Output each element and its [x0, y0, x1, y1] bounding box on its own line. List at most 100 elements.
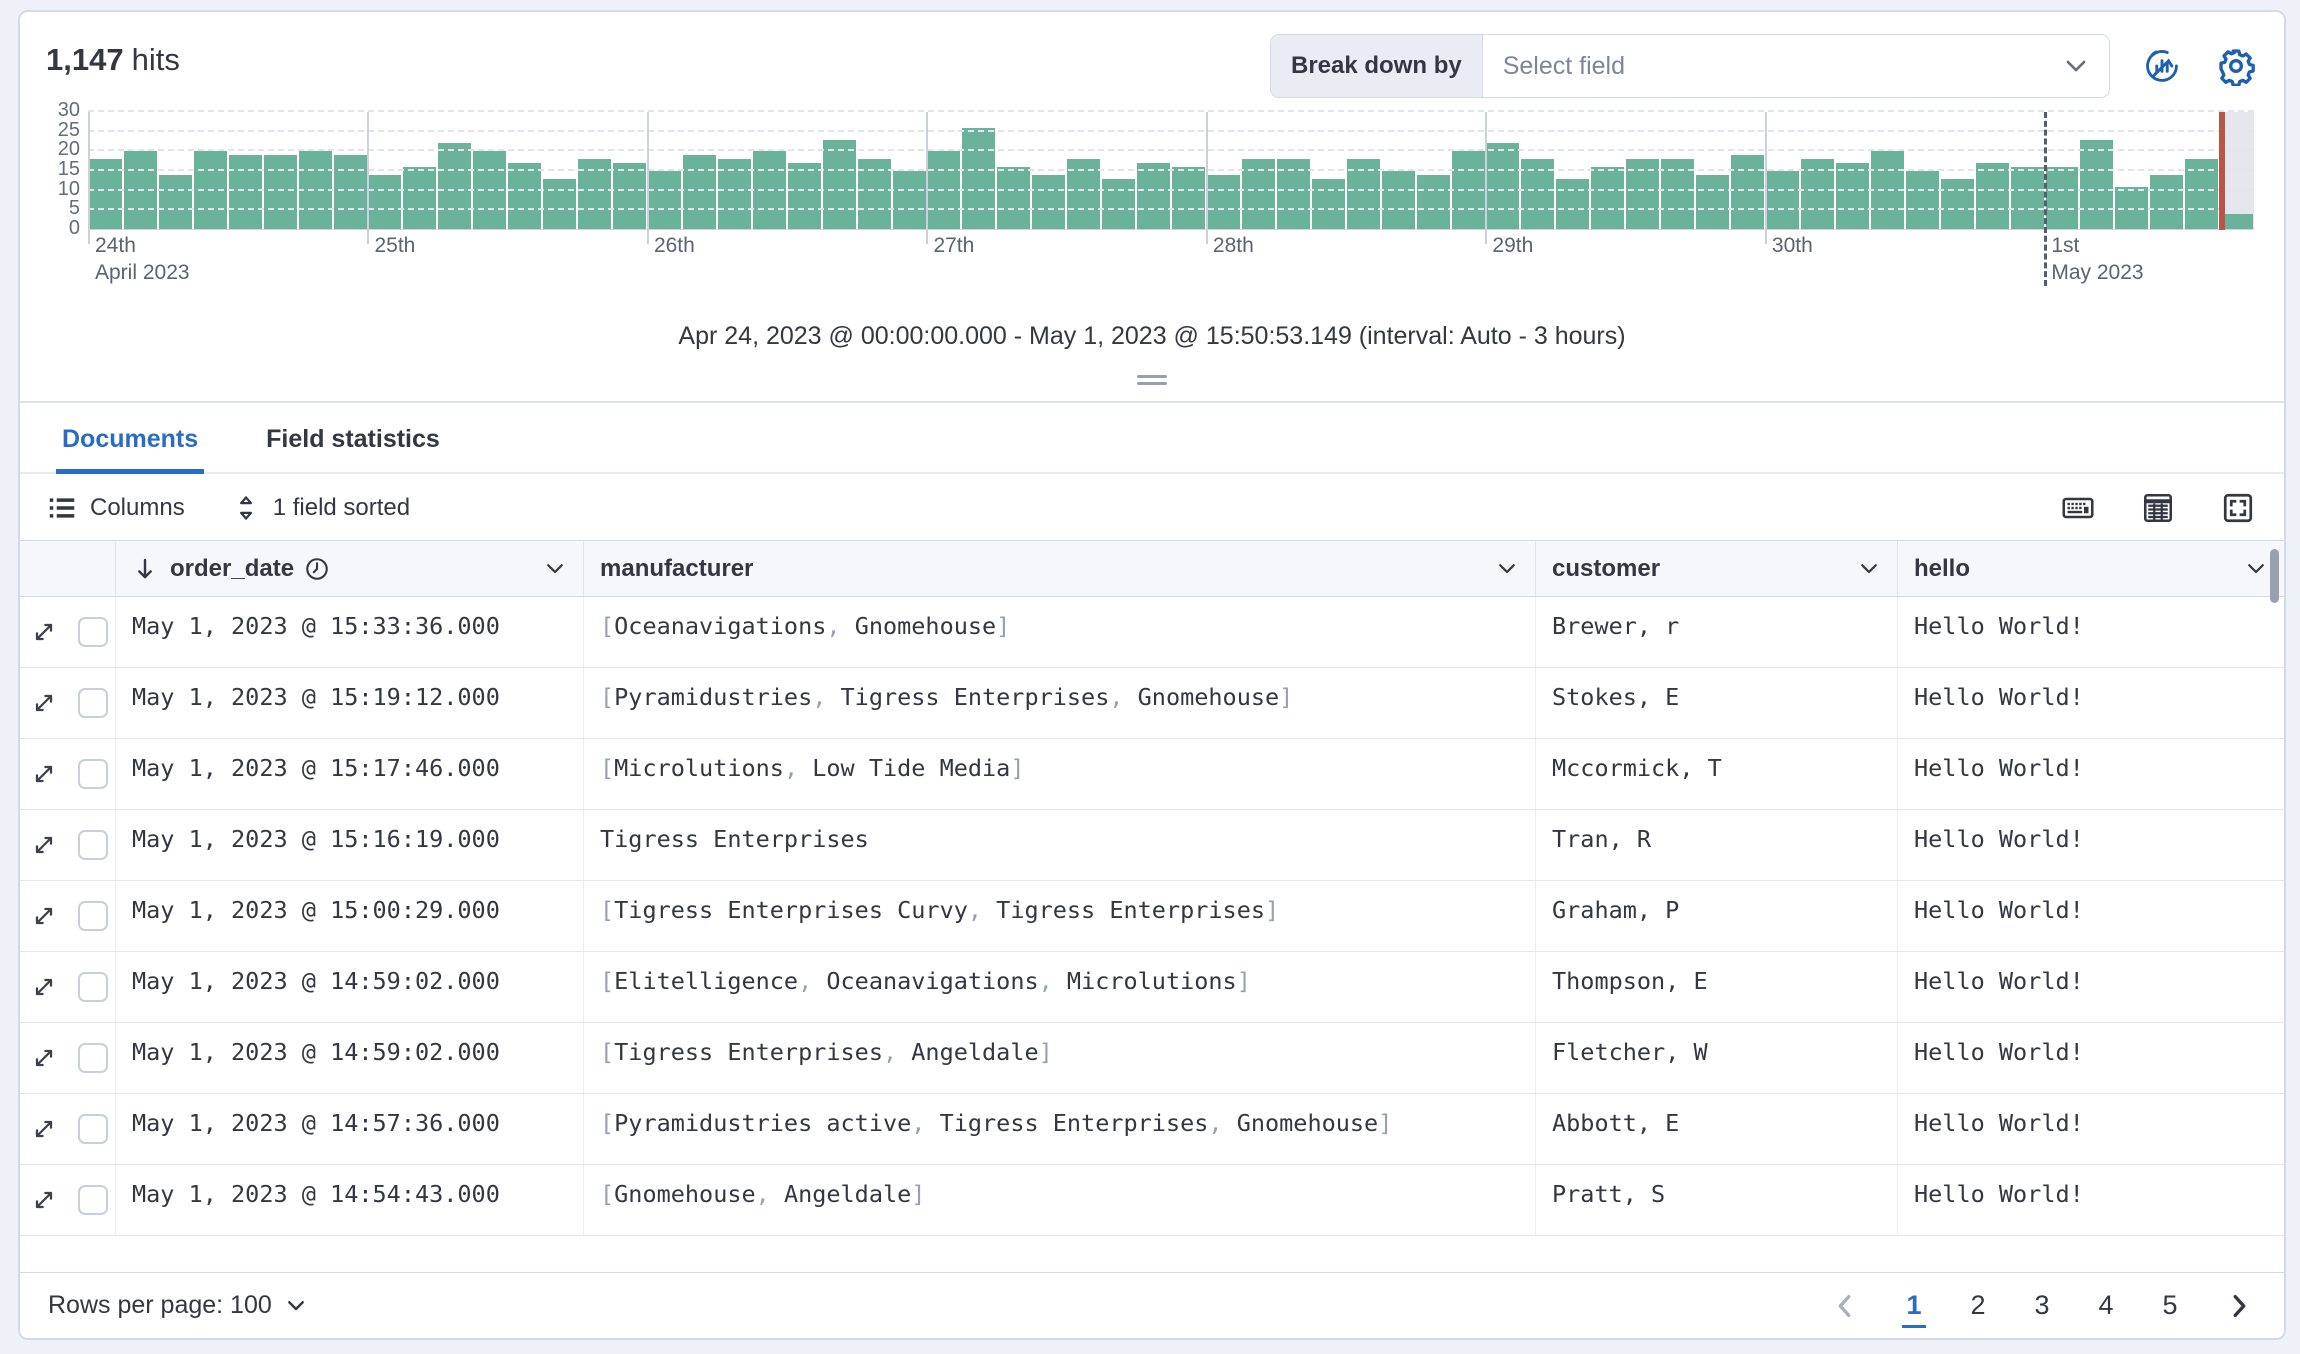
- column-label: manufacturer: [600, 554, 754, 582]
- expand-row-icon[interactable]: [30, 973, 58, 1001]
- grid-cell[interactable]: Fletcher, W: [1536, 1023, 1898, 1093]
- histogram-bar: [1451, 151, 1485, 230]
- expand-row-icon[interactable]: [30, 760, 58, 788]
- columns-button[interactable]: Columns: [48, 494, 185, 522]
- grid-cell[interactable]: Thompson, E: [1536, 952, 1898, 1022]
- row-checkbox[interactable]: [78, 830, 108, 860]
- chart-options-icon[interactable]: [2140, 44, 2184, 88]
- page-button-1[interactable]: 1: [1902, 1290, 1926, 1328]
- expand-row-icon[interactable]: [30, 618, 58, 646]
- expand-row-icon[interactable]: [30, 831, 58, 859]
- grid-cell[interactable]: Abbott, E: [1536, 1094, 1898, 1164]
- histogram-bar: [2045, 167, 2079, 230]
- grid-cell[interactable]: Hello World!: [1898, 1094, 2284, 1164]
- grid-cell[interactable]: Tran, R: [1536, 810, 1898, 880]
- grid-cell[interactable]: Stokes, E: [1536, 668, 1898, 738]
- grid-cell[interactable]: Tigress Enterprises: [584, 810, 1536, 880]
- x-tick-label: 28th: [1212, 234, 1254, 257]
- grid-cell[interactable]: May 1, 2023 @ 14:59:02.000: [116, 952, 584, 1022]
- grid-cell[interactable]: Hello World!: [1898, 881, 2284, 951]
- panel-resize-handle[interactable]: [1137, 371, 1167, 389]
- grid-cell[interactable]: Hello World!: [1898, 597, 2284, 667]
- grid-cell[interactable]: [Gnomehouse, Angeldale]: [584, 1165, 1536, 1235]
- tab-documents[interactable]: Documents: [56, 403, 205, 474]
- grid-cell[interactable]: Hello World!: [1898, 1165, 2284, 1235]
- grid-cell[interactable]: Mccormick, T: [1536, 739, 1898, 809]
- display-density-icon[interactable]: [2140, 490, 2176, 526]
- histogram-plot[interactable]: [88, 110, 2255, 286]
- row-checkbox[interactable]: [78, 688, 108, 718]
- grid-header-manufacturer[interactable]: manufacturer: [584, 541, 1536, 596]
- row-checkbox[interactable]: [78, 1114, 108, 1144]
- grid-cell[interactable]: [Tigress Enterprises, Angeldale]: [584, 1023, 1536, 1093]
- y-tick-label: 30: [57, 99, 80, 121]
- grid-cell[interactable]: [Oceanavigations, Gnomehouse]: [584, 597, 1536, 667]
- row-checkbox[interactable]: [78, 901, 108, 931]
- grid-cell[interactable]: [Tigress Enterprises Curvy, Tigress Ente…: [584, 881, 1536, 951]
- grid-cell[interactable]: [Pyramidustries, Tigress Enterprises, Gn…: [584, 668, 1536, 738]
- page-button-4[interactable]: 4: [2096, 1290, 2116, 1321]
- page-button-3[interactable]: 3: [2032, 1290, 2052, 1321]
- grid-cell[interactable]: [Elitelligence, Oceanavigations, Microlu…: [584, 952, 1536, 1022]
- grid-cell[interactable]: Hello World!: [1898, 810, 2284, 880]
- day-separator-line: [367, 112, 370, 244]
- row-checkbox[interactable]: [78, 617, 108, 647]
- grid-cell[interactable]: May 1, 2023 @ 15:17:46.000: [116, 739, 584, 809]
- rows-per-page-button[interactable]: Rows per page: 100: [48, 1291, 308, 1320]
- grid-cell[interactable]: May 1, 2023 @ 14:57:36.000: [116, 1094, 584, 1164]
- grid-cell[interactable]: Hello World!: [1898, 668, 2284, 738]
- keyboard-icon[interactable]: [2060, 490, 2096, 526]
- table-row: May 1, 2023 @ 14:59:02.000 [Tigress Enter…: [20, 1023, 2284, 1094]
- page-button-2[interactable]: 2: [1968, 1290, 1988, 1321]
- row-checkbox[interactable]: [78, 759, 108, 789]
- y-tick-label: 15: [57, 158, 80, 180]
- expand-row-icon[interactable]: [30, 1115, 58, 1143]
- columns-label: Columns: [90, 494, 185, 521]
- chevron-down-icon[interactable]: [543, 557, 567, 581]
- grid-header-customer[interactable]: customer: [1536, 541, 1898, 596]
- sort-fields-button[interactable]: 1 field sorted: [233, 494, 410, 522]
- grid-cell[interactable]: [Microlutions, Low Tide Media]: [584, 739, 1536, 809]
- grid-cell[interactable]: May 1, 2023 @ 14:59:02.000: [116, 1023, 584, 1093]
- gridline: [88, 188, 2254, 191]
- grid-cell[interactable]: May 1, 2023 @ 14:54:43.000: [116, 1165, 584, 1235]
- grid-cell[interactable]: Brewer, r: [1536, 597, 1898, 667]
- x-tick-label: 29th: [1492, 234, 1534, 257]
- grid-header-order-date[interactable]: order_date: [116, 541, 584, 596]
- histogram-bar: [473, 151, 507, 230]
- chevron-left-icon[interactable]: [1830, 1291, 1860, 1321]
- grid-cell[interactable]: Pratt, S: [1536, 1165, 1898, 1235]
- grid-cell[interactable]: [Pyramidustries active, Tigress Enterpri…: [584, 1094, 1536, 1164]
- grid-cell[interactable]: Graham, P: [1536, 881, 1898, 951]
- grid-header-hello[interactable]: hello: [1898, 541, 2284, 596]
- fullscreen-icon[interactable]: [2220, 490, 2256, 526]
- chevron-down-icon[interactable]: [2244, 557, 2268, 581]
- expand-row-icon[interactable]: [30, 1044, 58, 1072]
- expand-row-icon[interactable]: [30, 1186, 58, 1214]
- vertical-scrollbar-thumb[interactable]: [2270, 549, 2279, 603]
- expand-row-icon[interactable]: [30, 689, 58, 717]
- gear-icon[interactable]: [2214, 44, 2258, 88]
- chevron-right-icon[interactable]: [2224, 1291, 2254, 1321]
- tab-field-statistics[interactable]: Field statistics: [260, 403, 446, 472]
- header: 1,147 hits Break down by Select field: [20, 12, 2284, 98]
- row-checkbox[interactable]: [78, 1185, 108, 1215]
- grid-cell[interactable]: May 1, 2023 @ 15:19:12.000: [116, 668, 584, 738]
- grid-cell[interactable]: May 1, 2023 @ 15:16:19.000: [116, 810, 584, 880]
- row-checkbox[interactable]: [78, 1043, 108, 1073]
- row-checkbox[interactable]: [78, 972, 108, 1002]
- row-control-cell: [20, 1165, 116, 1235]
- pagination: 1 2 3 4 5: [1830, 1290, 2254, 1328]
- grid-cell[interactable]: Hello World!: [1898, 952, 2284, 1022]
- chevron-down-icon[interactable]: [1857, 557, 1881, 581]
- expand-row-icon[interactable]: [30, 902, 58, 930]
- page-button-5[interactable]: 5: [2160, 1290, 2180, 1321]
- grid-cell[interactable]: May 1, 2023 @ 15:00:29.000: [116, 881, 584, 951]
- chevron-down-icon[interactable]: [1495, 557, 1519, 581]
- breakdown-field-select[interactable]: Select field: [1483, 35, 2109, 97]
- x-tick-label: 26th: [653, 234, 695, 257]
- grid-cell[interactable]: Hello World!: [1898, 739, 2284, 809]
- grid-cell[interactable]: Hello World!: [1898, 1023, 2284, 1093]
- grid-cell[interactable]: May 1, 2023 @ 15:33:36.000: [116, 597, 584, 667]
- sorted-label: 1 field sorted: [272, 494, 411, 521]
